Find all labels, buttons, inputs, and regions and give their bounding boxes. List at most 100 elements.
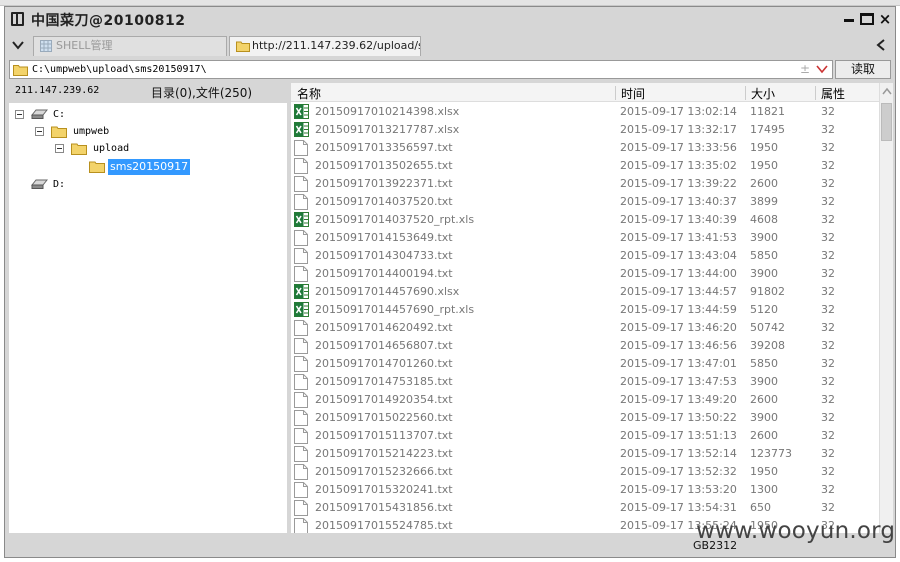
file-name: 20150917014701260.txt [315,357,453,370]
table-row[interactable]: 20150917014037520_rpt.xls 2015-09-17 13:4… [291,211,879,229]
collapse-icon[interactable] [55,144,64,153]
file-attr: 32 [821,159,835,172]
window-title: 中国菜刀@20100812 [31,13,186,29]
file-time: 2015-09-17 13:33:56 [620,141,737,154]
dropdown-arrow-icon[interactable] [816,64,828,74]
file-name: 20150917014656807.txt [315,339,453,352]
file-size: 2600 [750,429,778,442]
file-name: 20150917013356597.txt [315,141,453,154]
maximize-icon [860,13,874,25]
file-size: 3900 [750,267,778,280]
table-row[interactable]: 20150917013356597.txt 2015-09-17 13:33:56… [291,139,879,157]
file-attr: 32 [821,393,835,406]
tree-label: C: [53,109,66,120]
collapse-icon[interactable] [35,127,44,136]
table-row[interactable]: 20150917015022560.txt 2015-09-17 13:50:22… [291,409,879,427]
file-size: 1950 [750,465,778,478]
file-name: 20150917015431856.txt [315,501,453,514]
file-attr: 32 [821,411,835,424]
file-name: 20150917014037520.txt [315,195,453,208]
table-row[interactable]: 20150917014304733.txt 2015-09-17 13:43:04… [291,247,879,265]
chevron-left-icon[interactable] [875,38,887,52]
scroll-thumb[interactable] [881,103,892,141]
file-list-header: 名称 时间 大小 属性 [291,83,879,102]
table-row[interactable]: 20150917013217787.xlsx 2015-09-17 13:32:1… [291,121,879,139]
file-time: 2015-09-17 13:51:13 [620,429,737,442]
tree-label-selected: sms20150917 [108,159,191,175]
tab-file-manager[interactable]: http://211.147.239.62/upload/s... [229,36,421,56]
file-size: 50742 [750,321,785,334]
chevron-down-icon[interactable] [11,38,25,52]
table-row[interactable]: 20150917014701260.txt 2015-09-17 13:47:01… [291,355,879,373]
minimize-button[interactable] [841,10,857,28]
maximize-button[interactable] [859,10,875,28]
plus-minus-icon[interactable]: ± [800,62,810,76]
drive-icon [31,109,48,119]
table-row[interactable]: 20150917014457690_rpt.xls 2015-09-17 13:4… [291,301,879,319]
file-time: 2015-09-17 13:32:17 [620,123,737,136]
file-name: 20150917014037520_rpt.xls [315,213,475,226]
table-row[interactable]: 20150917015232666.txt 2015-09-17 13:52:32… [291,463,879,481]
file-size: 1300 [750,483,778,496]
tab-label: http://211.147.239.62/upload/s... [252,39,421,52]
file-time: 2015-09-17 13:40:39 [620,213,737,226]
file-name: 20150917015320241.txt [315,483,453,496]
file-attr: 32 [821,339,835,352]
column-separator [815,86,816,100]
scroll-up-icon[interactable] [882,87,892,95]
table-row[interactable]: 20150917014620492.txt 2015-09-17 13:46:20… [291,319,879,337]
table-row[interactable]: 20150917010214398.xlsx 2015-09-17 13:02:1… [291,103,879,121]
folder-icon [51,126,67,138]
column-header-attr[interactable]: 属性 [821,85,845,102]
path-input[interactable] [32,61,792,78]
file-attr: 32 [821,483,835,496]
file-attr: 32 [821,501,835,514]
file-time: 2015-09-17 13:02:14 [620,105,737,118]
close-button[interactable]: × [877,10,893,28]
file-attr: 32 [821,267,835,280]
file-name: 20150917010214398.xlsx [315,105,460,118]
read-button[interactable]: 读取 [835,60,891,79]
table-row[interactable]: 20150917013922371.txt 2015-09-17 13:39:22… [291,175,879,193]
table-row[interactable]: 20150917014920354.txt 2015-09-17 13:49:20… [291,391,879,409]
column-header-name[interactable]: 名称 [297,85,321,102]
table-row[interactable]: 20150917015113707.txt 2015-09-17 13:51:13… [291,427,879,445]
collapse-icon[interactable] [15,110,24,119]
file-attr: 32 [821,357,835,370]
file-size: 3900 [750,411,778,424]
file-size: 3899 [750,195,778,208]
column-header-time[interactable]: 时间 [621,85,645,102]
address-bar: ± [9,60,833,79]
table-row[interactable]: 20150917013502655.txt 2015-09-17 13:35:02… [291,157,879,175]
table-row[interactable]: 20150917015320241.txt 2015-09-17 13:53:20… [291,481,879,499]
file-name: 20150917014753185.txt [315,375,453,388]
table-row[interactable]: 20150917014656807.txt 2015-09-17 13:46:56… [291,337,879,355]
file-name: 20150917014400194.txt [315,267,453,280]
table-row[interactable]: 20150917014753185.txt 2015-09-17 13:47:53… [291,373,879,391]
file-size: 91802 [750,285,785,298]
table-row[interactable]: 20150917014457690.xlsx 2015-09-17 13:44:5… [291,283,879,301]
file-attr: 32 [821,321,835,334]
file-time: 2015-09-17 13:40:37 [620,195,737,208]
tab-shell-manager[interactable]: SHELL管理 [33,36,227,56]
folder-icon [236,41,250,52]
table-row[interactable]: 20150917015214223.txt 2015-09-17 13:52:14… [291,445,879,463]
table-row[interactable]: 20150917014037520.txt 2015-09-17 13:40:37… [291,193,879,211]
file-time: 2015-09-17 13:43:04 [620,249,737,262]
table-row[interactable]: 20150917014400194.txt 2015-09-17 13:44:00… [291,265,879,283]
file-attr: 32 [821,141,835,154]
grid-icon [40,40,52,52]
file-size: 5850 [750,357,778,370]
file-attr: 32 [821,213,835,226]
column-header-size[interactable]: 大小 [751,85,775,102]
column-separator [615,86,616,100]
table-row[interactable]: 20150917014153649.txt 2015-09-17 13:41:53… [291,229,879,247]
file-name: 20150917014304733.txt [315,249,453,262]
file-size: 1950 [750,159,778,172]
file-name: 20150917015113707.txt [315,429,453,442]
vertical-scrollbar[interactable] [879,83,893,533]
file-time: 2015-09-17 13:39:22 [620,177,737,190]
file-name: 20150917014920354.txt [315,393,453,406]
table-row[interactable]: 20150917015431856.txt 2015-09-17 13:54:31… [291,499,879,517]
file-time: 2015-09-17 13:44:59 [620,303,737,316]
